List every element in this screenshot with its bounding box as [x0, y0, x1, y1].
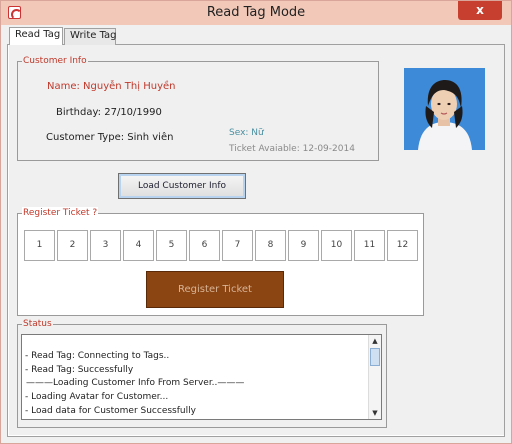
log-line: - Read Tag: Connecting to Tags.. — [25, 351, 170, 361]
log-line: - Read Tag: Successfully — [25, 365, 134, 375]
ticket-7-button[interactable]: 7 — [222, 230, 253, 261]
title-bar: Read Tag Mode x — [1, 1, 511, 25]
customer-info-group: Customer Info Name: Nguyễn Thị Huyền Bir… — [17, 55, 379, 161]
ticket-10-button[interactable]: 10 — [321, 230, 352, 261]
scroll-down-icon[interactable]: ▼ — [369, 407, 381, 419]
customer-info-legend: Customer Info — [22, 55, 88, 67]
status-legend: Status — [22, 318, 53, 330]
status-log[interactable]: - Read Tag: Connecting to Tags.. - Read … — [21, 334, 382, 420]
ticket-6-button[interactable]: 6 — [189, 230, 220, 261]
ticket-5-button[interactable]: 5 — [156, 230, 187, 261]
ticket-11-button[interactable]: 11 — [354, 230, 385, 261]
log-scrollbar[interactable]: ▲ ▼ — [368, 335, 381, 419]
ticket-row: 1 2 3 4 5 6 7 8 9 10 11 12 — [24, 230, 420, 262]
log-line: - Loading Avatar for Customer... — [25, 392, 169, 402]
customer-name: Name: Nguyễn Thị Huyền — [47, 81, 176, 92]
tab-read-tag[interactable]: Read Tag — [9, 27, 63, 45]
register-ticket-legend: Register Ticket ? — [22, 207, 99, 219]
ticket-3-button[interactable]: 3 — [90, 230, 121, 261]
ticket-8-button[interactable]: 8 — [255, 230, 286, 261]
ticket-available: Ticket Avaiable: 12-09-2014 — [229, 144, 355, 154]
close-button[interactable]: x — [458, 1, 502, 20]
customer-avatar — [404, 68, 485, 150]
customer-birthday: Birthday: 27/10/1990 — [56, 107, 162, 118]
load-customer-info-button[interactable]: Load Customer Info — [118, 173, 246, 199]
ticket-1-button[interactable]: 1 — [24, 230, 55, 261]
scroll-up-icon[interactable]: ▲ — [369, 335, 381, 347]
register-ticket-button[interactable]: Register Ticket — [146, 271, 284, 308]
main-window: Read Tag Mode x Read Tag Write Tag Custo… — [0, 0, 512, 444]
window-title: Read Tag Mode — [206, 5, 306, 20]
customer-type: Customer Type: Sinh viên — [46, 132, 174, 143]
ticket-12-button[interactable]: 12 — [387, 230, 418, 261]
customer-sex: Sex: Nữ — [229, 128, 264, 138]
ticket-2-button[interactable]: 2 — [57, 230, 88, 261]
ticket-4-button[interactable]: 4 — [123, 230, 154, 261]
ticket-9-button[interactable]: 9 — [288, 230, 319, 261]
log-line: ———Loading Customer Info From Server..——… — [26, 378, 245, 388]
log-line: - Load data for Customer Successfully — [25, 406, 196, 416]
tab-write-tag[interactable]: Write Tag — [64, 28, 117, 45]
scrollbar-thumb[interactable] — [370, 348, 380, 366]
